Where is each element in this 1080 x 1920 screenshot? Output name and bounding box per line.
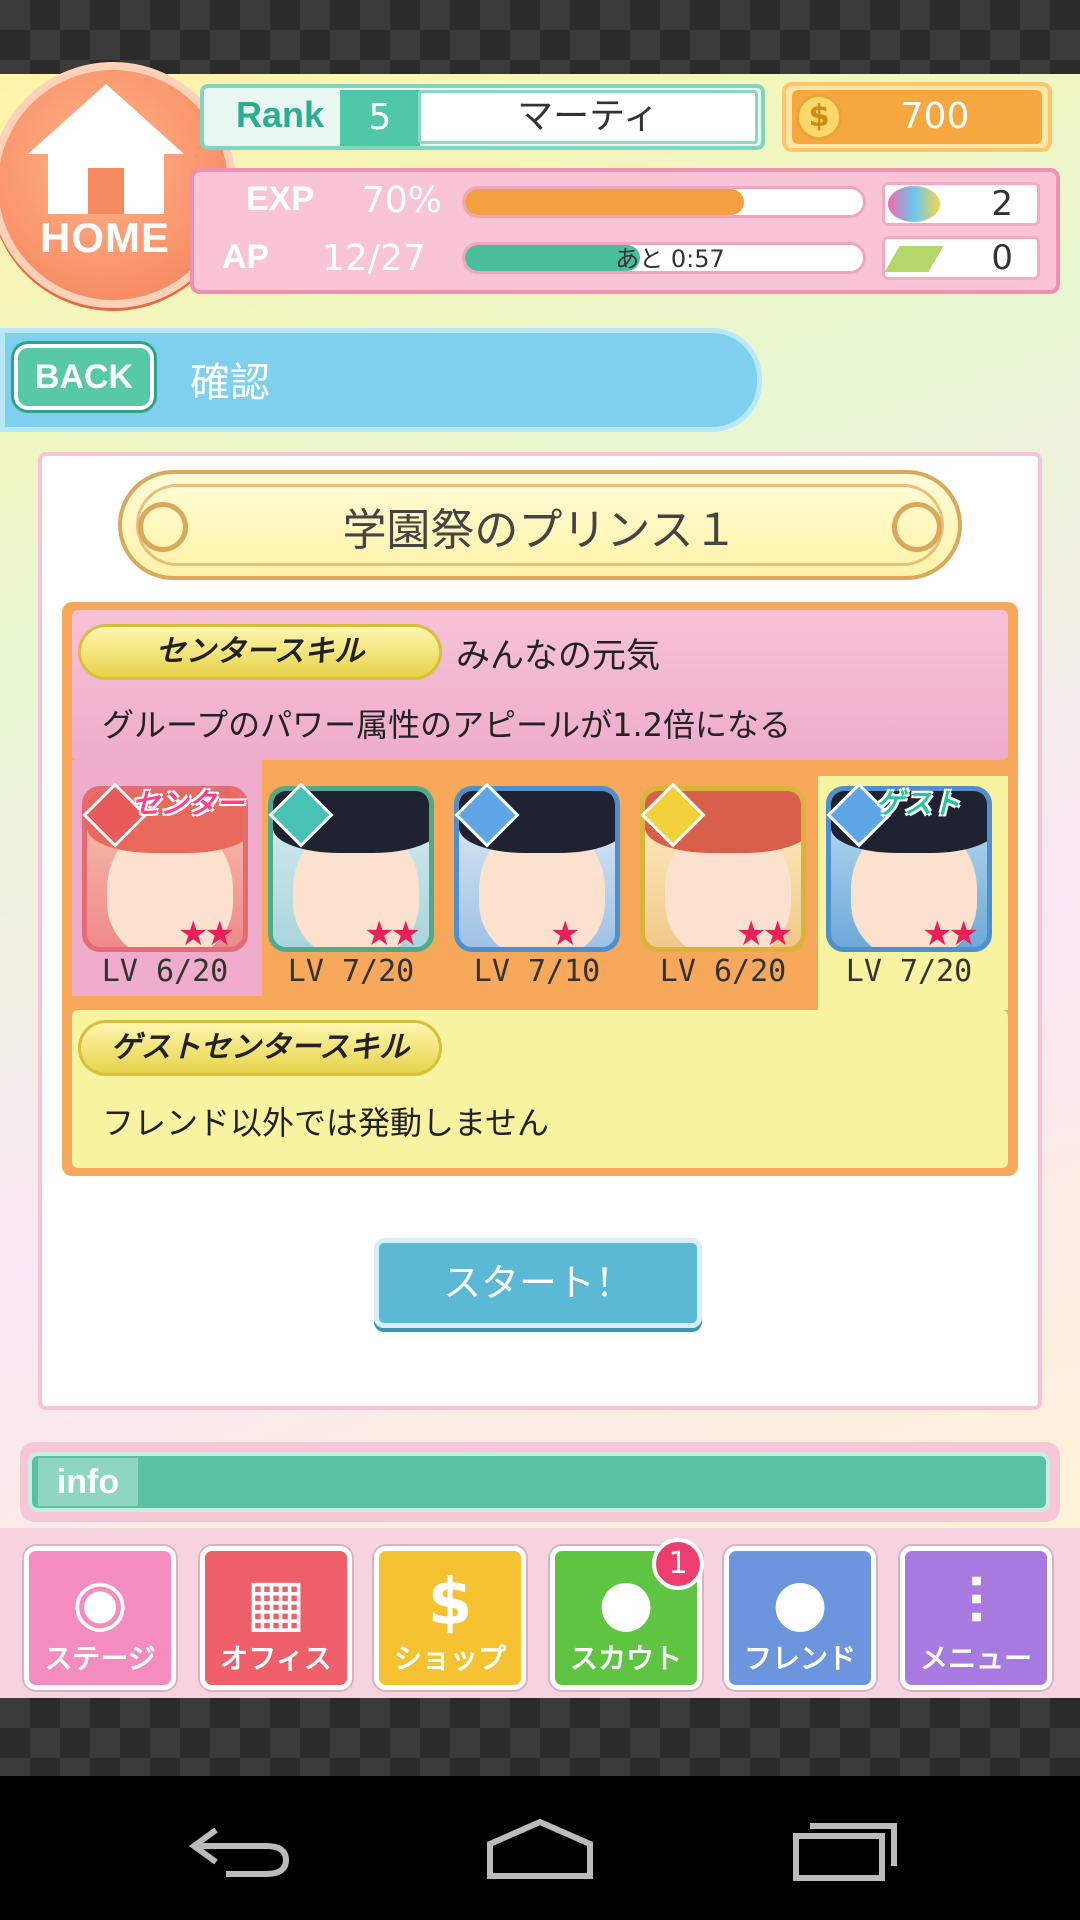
nav-button-3[interactable]: $ ショップ bbox=[374, 1546, 526, 1690]
member-level: LV 7/10 bbox=[473, 954, 601, 989]
member-tag: ゲスト bbox=[876, 787, 961, 820]
coin-count: 700 bbox=[900, 96, 970, 137]
nav-label: メニュー bbox=[919, 1642, 1032, 1675]
home-icon-door bbox=[88, 168, 124, 214]
nav-label: ショップ bbox=[393, 1642, 506, 1675]
exp-label: EXP bbox=[246, 180, 315, 218]
rank-label: Rank bbox=[236, 94, 325, 135]
player-name: マーティ bbox=[418, 90, 758, 144]
nav-button-1[interactable]: ◉ ステージ bbox=[24, 1546, 176, 1690]
ap-label: AP bbox=[222, 238, 270, 276]
nav-label: ステージ bbox=[44, 1642, 156, 1675]
exp-bar bbox=[462, 186, 866, 218]
back-button[interactable]: BACK bbox=[14, 344, 154, 410]
member-level: LV 7/20 bbox=[845, 954, 973, 989]
recent-apps-icon[interactable] bbox=[790, 1820, 900, 1882]
ap-value: 12/27 bbox=[322, 238, 426, 279]
nav-label: フレンド bbox=[743, 1642, 856, 1675]
member-tag: センター bbox=[132, 787, 245, 820]
speaker-icon: ◉ bbox=[72, 1566, 128, 1640]
info-label: info bbox=[38, 1458, 138, 1506]
nav-button-6[interactable]: ⫶ メニュー bbox=[900, 1546, 1052, 1690]
home-label: HOME bbox=[40, 214, 170, 261]
ticket-count: 0 bbox=[991, 238, 1013, 278]
dollar-coin-icon: $ bbox=[796, 94, 842, 140]
ap-timer: あと 0:57 bbox=[615, 245, 725, 273]
member-level: LV 7/20 bbox=[287, 954, 415, 989]
center-skill-description: グループのパワー属性のアピールが1.2倍になる bbox=[102, 706, 791, 744]
rarity-stars: ★★ bbox=[364, 914, 421, 954]
nav-button-2[interactable]: ▦ オフィス bbox=[200, 1546, 352, 1690]
bottom-pattern-band bbox=[0, 1698, 1080, 1776]
start-button[interactable]: スタート！ bbox=[374, 1238, 702, 1328]
home-icon bbox=[28, 84, 184, 154]
sliders-icon: ⫶ bbox=[968, 1566, 984, 1640]
nav-label: スカウト bbox=[569, 1642, 682, 1675]
guest-skill-label: ゲストセンタースキル bbox=[78, 1020, 442, 1076]
rarity-stars: ★★ bbox=[922, 914, 979, 954]
nav-button-5[interactable]: ● フレンド bbox=[724, 1546, 876, 1690]
center-skill-label: センタースキル bbox=[78, 624, 442, 680]
rarity-stars: ★ bbox=[550, 914, 581, 954]
stage-title: 学園祭のプリンス１ bbox=[342, 505, 738, 556]
exp-value: 70% bbox=[362, 180, 443, 221]
page-title: 確認 bbox=[190, 360, 270, 406]
candy-count: 2 bbox=[991, 184, 1013, 224]
dollar-icon: $ bbox=[427, 1566, 473, 1640]
nav-label: オフィス bbox=[220, 1642, 332, 1675]
home-outline-icon[interactable] bbox=[484, 1816, 596, 1882]
notification-badge: 1 bbox=[652, 1538, 704, 1590]
rarity-stars: ★★ bbox=[736, 914, 793, 954]
top-pattern-band bbox=[0, 0, 1080, 74]
building-icon: ▦ bbox=[245, 1566, 307, 1640]
info-bar[interactable] bbox=[28, 1452, 1050, 1512]
candy-icon bbox=[888, 186, 940, 222]
member-level: LV 6/20 bbox=[659, 954, 787, 989]
member-level: LV 6/20 bbox=[101, 954, 229, 989]
exp-bar-fill bbox=[465, 189, 744, 215]
rarity-stars: ★★ bbox=[178, 914, 235, 954]
friend-person-icon: ● bbox=[772, 1566, 828, 1640]
center-skill-name: みんなの元気 bbox=[456, 636, 660, 676]
back-arrow-icon[interactable] bbox=[186, 1820, 296, 1880]
guest-skill-description: フレンド以外では発動しません bbox=[102, 1104, 550, 1142]
rank-value: 5 bbox=[340, 90, 420, 146]
